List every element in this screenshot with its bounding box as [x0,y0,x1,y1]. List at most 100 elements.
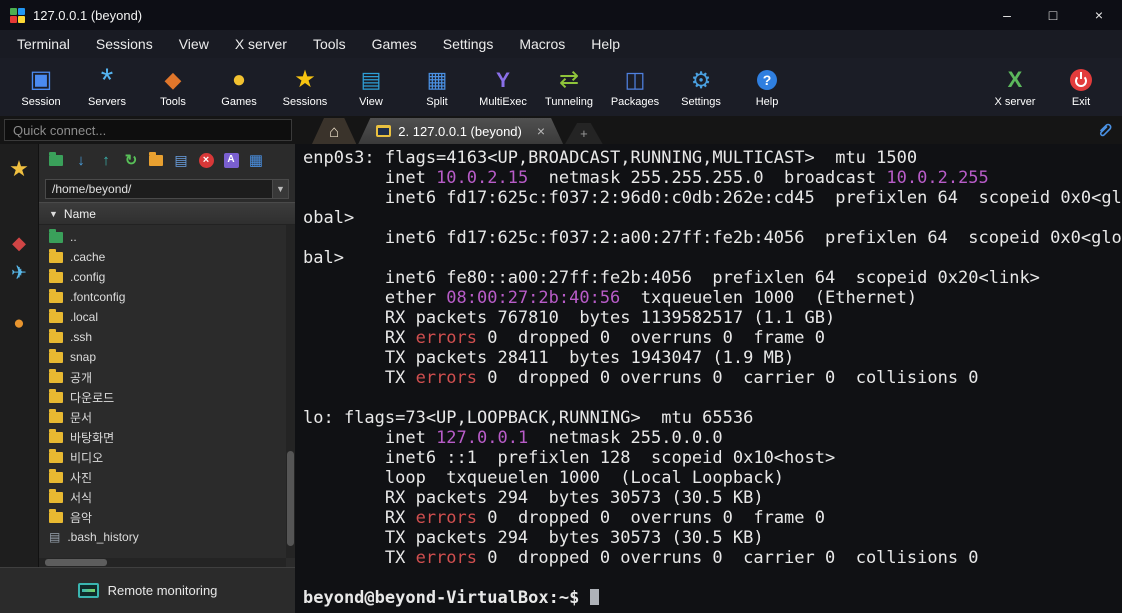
toolbar-packages[interactable]: ◫ Packages [602,67,668,108]
file-item[interactable]: 공개 [39,367,295,387]
menu-view[interactable]: View [166,36,222,52]
file-name: .ssh [70,330,93,344]
quick-connect-input[interactable] [4,119,292,141]
toolbar-sessions[interactable]: ★ Sessions [272,67,338,108]
file-list: .. .cache .config .fontconfig .local .ssh snap… [39,225,295,567]
toolbar-icon-wrap: ◆ [165,67,182,94]
menu-tools[interactable]: Tools [300,36,359,52]
file-rows: .. .cache .config .fontconfig .local .ssh snap… [39,227,295,547]
vertical-scrollbar[interactable] [286,225,295,558]
attachments-icon[interactable] [1096,121,1113,143]
toolbar-tunneling[interactable]: ⇄ Tunneling [536,67,602,108]
file-item[interactable]: 사진 [39,467,295,487]
minimize-button[interactable]: – [984,0,1030,30]
menu-x-server[interactable]: X server [222,36,300,52]
file-item[interactable]: 문서 [39,407,295,427]
menu-games[interactable]: Games [359,36,430,52]
panel-button[interactable]: ▦ [247,151,265,169]
path-input[interactable]: /home/beyond/ [46,182,272,196]
file-item[interactable]: snap [39,347,295,367]
toolbar-icon-wrap: X [1008,67,1023,94]
file-name: .. [70,230,77,244]
file-item[interactable]: 서식 [39,487,295,507]
refresh-icon: ↻ [124,151,138,169]
toolbar-exit[interactable]: Exit [1048,67,1114,108]
menu-help[interactable]: Help [578,36,633,52]
menu-terminal[interactable]: Terminal [4,36,83,52]
file-item[interactable]: .local [39,307,295,327]
download-icon: ↓ [77,151,85,169]
file-item[interactable]: .config [39,267,295,287]
maximize-button[interactable]: □ [1030,0,1076,30]
file-item[interactable]: .. [39,227,295,247]
terminal-output[interactable]: enp0s3: flags=4163<UP,BROADCAST,RUNNING,… [295,144,1122,613]
tab-session[interactable]: 2. 127.0.0.1 (beyond) × [358,118,563,144]
delete-button[interactable]: × [197,151,215,169]
view-icon: ▤ [360,67,382,92]
remote-monitoring-button[interactable]: Remote monitoring [0,567,295,613]
folder-up-icon [49,228,63,243]
toolbar-help[interactable]: ? Help [734,67,800,108]
file-name: .bash_history [67,530,139,544]
menu-macros[interactable]: Macros [506,36,578,52]
file-item[interactable]: 비디오 [39,447,295,467]
tab-label: 2. 127.0.0.1 (beyond) [398,123,522,139]
file-doc-button[interactable]: ▤ [172,151,190,169]
multiexec-icon: Y [495,68,510,92]
tab-new[interactable]: + [565,123,603,144]
rename-button[interactable]: A [222,151,240,169]
terminal-line: TX errors 0 dropped 0 overruns 0 carrier… [303,368,979,388]
file-item[interactable]: 음악 [39,507,295,527]
split-icon: ▦ [426,67,448,92]
toolbar-view[interactable]: ▤ View [338,67,404,108]
toolbar-settings[interactable]: ⚙ Settings [668,67,734,108]
file-item[interactable]: .fontconfig [39,287,295,307]
xserver-icon: X [1007,67,1023,92]
file-item[interactable]: 바탕화면 [39,427,295,447]
toolbar: ▣ Session * Servers ◆ Tools ● Games ★ Sessions ▤ Vi… [0,58,1122,116]
folder-icon [49,288,63,303]
file-item[interactable]: ▤ .bash_history [39,527,295,547]
menu-sessions[interactable]: Sessions [83,36,166,52]
download-button[interactable]: ↓ [72,151,90,169]
column-header-name[interactable]: ▼ Name [39,202,295,225]
toolbar-multiexec[interactable]: Y MultiExec [470,67,536,108]
tab-close-icon[interactable]: × [537,123,545,139]
folder-up-button[interactable] [47,151,65,169]
games-icon: ● [231,66,247,93]
terminal-tab-icon [376,125,391,137]
path-dropdown-button[interactable]: ▼ [272,180,288,198]
close-button[interactable]: × [1076,0,1122,30]
upload-button[interactable]: ↑ [97,151,115,169]
sidebar-macros-button[interactable]: ◆ [0,228,38,258]
sidebar: ★ ◆ ✈ ● ↓ ↑ ↻ ▤ × A ▦ /home/beyond/ ▼ ▼ Name .. .c… [0,144,295,613]
toolbar-servers[interactable]: * Servers [74,64,140,108]
monitor-icon [77,583,99,598]
session-icon: ▣ [29,66,53,93]
toolbar-tools[interactable]: ◆ Tools [140,67,206,108]
toolbar-split[interactable]: ▦ Split [404,67,470,108]
folder-icon [49,428,63,443]
folder-icon [49,508,63,523]
folder-icon [49,248,63,263]
vertical-scrollbar-thumb[interactable] [287,451,294,546]
refresh-button[interactable]: ↻ [122,151,140,169]
toolbar-icon-wrap: ◫ [625,67,646,94]
toolbar-session[interactable]: ▣ Session [8,67,74,108]
sidebar-sessions-star-button[interactable]: ★ [0,154,38,184]
horizontal-scrollbar-thumb[interactable] [45,559,107,566]
tab-home[interactable]: ⌂ [312,118,356,144]
toolbar-label: Packages [610,95,660,108]
file-item[interactable]: .cache [39,247,295,267]
menu-settings[interactable]: Settings [430,36,507,52]
toolbar-x-server[interactable]: X X server [982,67,1048,108]
sidebar-network-button[interactable]: ● [0,308,38,338]
window-title: 127.0.0.1 (beyond) [33,7,143,23]
toolbar-games[interactable]: ● Games [206,67,272,108]
file-item[interactable]: 다운로드 [39,387,295,407]
sidebar-sftp-button[interactable]: ✈ [0,258,38,288]
file-item[interactable]: .ssh [39,327,295,347]
file-name: 음악 [70,510,93,525]
new-folder-button[interactable] [147,151,165,169]
horizontal-scrollbar[interactable] [39,558,286,567]
